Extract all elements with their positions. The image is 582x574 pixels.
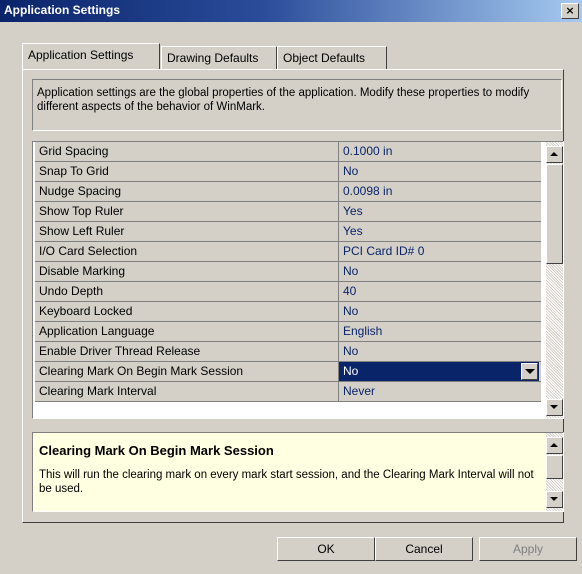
window-title: Application Settings xyxy=(4,3,121,17)
help-box: Clearing Mark On Begin Mark Session This… xyxy=(32,432,564,512)
property-name: Grid Spacing xyxy=(39,144,109,158)
property-value[interactable]: Yes xyxy=(343,204,363,218)
tab-application-settings[interactable]: Application Settings xyxy=(22,43,160,69)
title-bar: Application Settings × xyxy=(0,0,582,22)
property-row-undo-depth[interactable]: Undo Depth 40 xyxy=(35,282,541,302)
ok-button[interactable]: OK xyxy=(277,537,375,561)
apply-button[interactable]: Apply xyxy=(479,537,577,561)
value-dropdown[interactable]: No xyxy=(339,362,539,381)
property-name: Disable Marking xyxy=(39,264,126,278)
property-name: Application Language xyxy=(39,324,155,338)
help-text: This will run the clearing mark on every… xyxy=(39,469,534,495)
property-name: Show Top Ruler xyxy=(39,204,124,218)
scroll-thumb[interactable] xyxy=(546,455,563,479)
property-name: Enable Driver Thread Release xyxy=(39,344,201,358)
property-grid: Grid Spacing 0.1000 in Snap To Grid No N… xyxy=(32,141,564,419)
scroll-down-arrow-icon[interactable] xyxy=(546,399,563,416)
help-scrollbar[interactable] xyxy=(546,433,563,511)
property-name: Keyboard Locked xyxy=(39,304,133,318)
help-title: Clearing Mark On Begin Mark Session xyxy=(39,443,274,458)
scroll-down-arrow-icon[interactable] xyxy=(546,491,563,508)
scroll-up-arrow-icon[interactable] xyxy=(546,146,563,163)
grid-scrollbar[interactable] xyxy=(546,142,563,418)
close-button[interactable]: × xyxy=(561,3,579,19)
cancel-button[interactable]: Cancel xyxy=(375,537,473,561)
property-row-enable-driver-thread-release[interactable]: Enable Driver Thread Release No xyxy=(35,342,541,362)
tab-drawing-defaults[interactable]: Drawing Defaults xyxy=(161,46,277,69)
property-value[interactable]: 0.1000 in xyxy=(343,144,392,158)
description-text: Application settings are the global prop… xyxy=(37,87,530,113)
property-name: Snap To Grid xyxy=(39,164,109,178)
property-value[interactable]: No xyxy=(343,344,358,358)
property-row-grid-spacing[interactable]: Grid Spacing 0.1000 in xyxy=(35,142,541,162)
chevron-down-icon[interactable] xyxy=(521,363,538,380)
property-row-clearing-mark-interval[interactable]: Clearing Mark Interval Never xyxy=(35,382,541,402)
property-name: Undo Depth xyxy=(39,284,104,298)
property-row-nudge-spacing[interactable]: Nudge Spacing 0.0098 in xyxy=(35,182,541,202)
property-name: I/O Card Selection xyxy=(39,244,138,258)
property-row-io-card-selection[interactable]: I/O Card Selection PCI Card ID# 0 xyxy=(35,242,541,262)
property-name: Show Left Ruler xyxy=(39,224,125,238)
property-row-show-left-ruler[interactable]: Show Left Ruler Yes xyxy=(35,222,541,242)
property-row-clearing-mark-on-begin[interactable]: Clearing Mark On Begin Mark Session No xyxy=(35,362,541,382)
property-row-show-top-ruler[interactable]: Show Top Ruler Yes xyxy=(35,202,541,222)
property-row-snap-to-grid[interactable]: Snap To Grid No xyxy=(35,162,541,182)
property-value[interactable]: Never xyxy=(343,384,375,398)
property-value[interactable]: No xyxy=(343,264,358,278)
dropdown-selected-value: No xyxy=(343,364,359,378)
property-row-application-language[interactable]: Application Language English xyxy=(35,322,541,342)
tab-object-defaults[interactable]: Object Defaults xyxy=(277,46,387,69)
property-name: Clearing Mark On Begin Mark Session xyxy=(39,364,244,378)
property-row-disable-marking[interactable]: Disable Marking No xyxy=(35,262,541,282)
property-name: Clearing Mark Interval xyxy=(39,384,157,398)
scroll-thumb[interactable] xyxy=(546,164,563,264)
property-value[interactable]: 40 xyxy=(343,284,356,298)
property-value[interactable]: No xyxy=(343,164,358,178)
property-name: Nudge Spacing xyxy=(39,184,122,198)
property-value[interactable]: Yes xyxy=(343,224,363,238)
property-value[interactable]: English xyxy=(343,324,382,338)
property-row-keyboard-locked[interactable]: Keyboard Locked No xyxy=(35,302,541,322)
property-value[interactable]: PCI Card ID# 0 xyxy=(343,244,424,258)
property-value[interactable]: 0.0098 in xyxy=(343,184,392,198)
scroll-up-arrow-icon[interactable] xyxy=(546,437,563,454)
property-value[interactable]: No xyxy=(343,304,358,318)
description-box: Application settings are the global prop… xyxy=(32,79,562,131)
